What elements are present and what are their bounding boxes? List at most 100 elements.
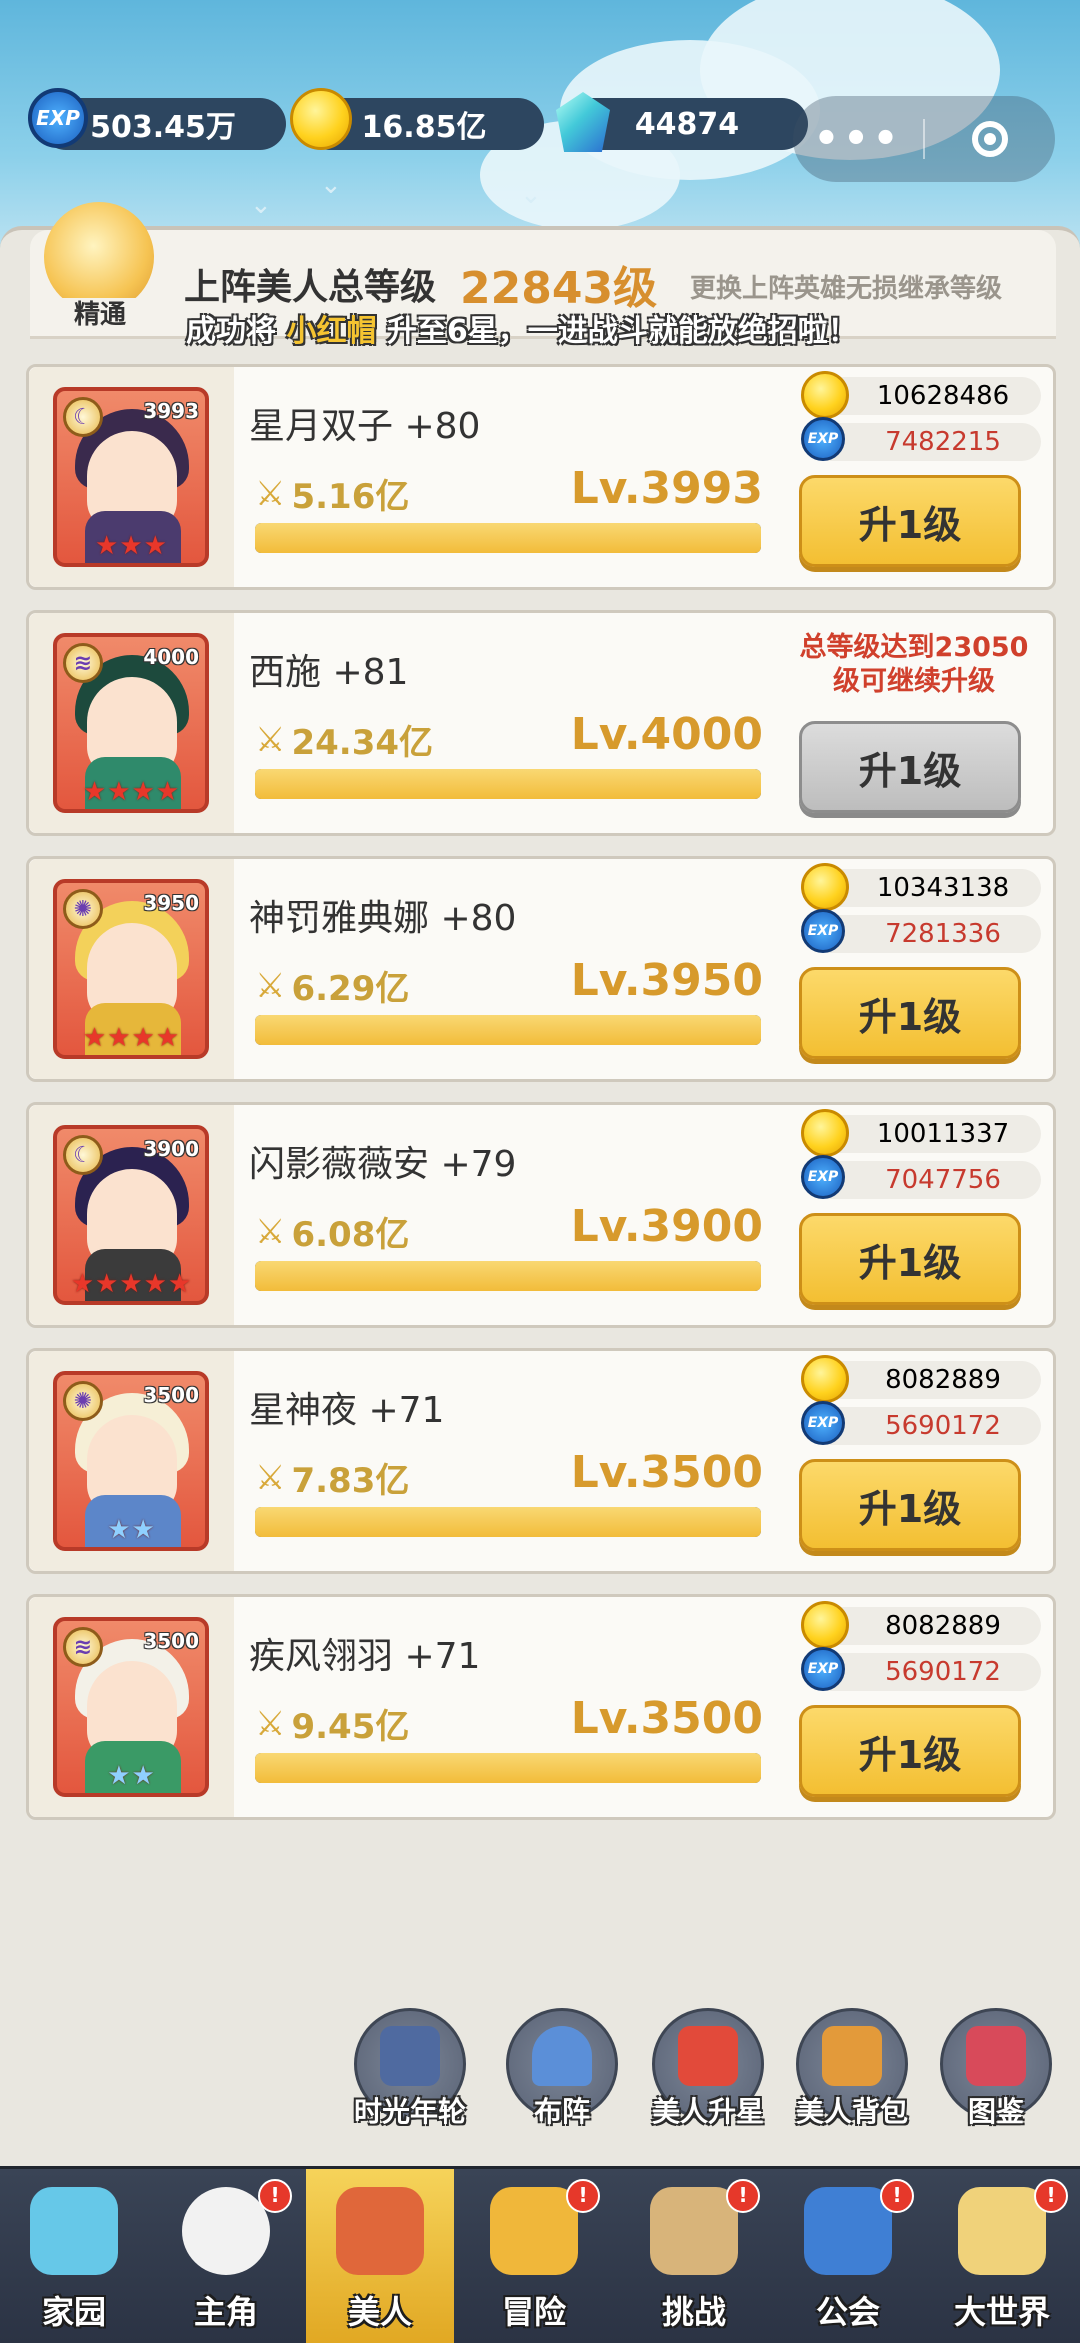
close-program-button[interactable] [925, 121, 1055, 157]
hero-portrait[interactable]: ≋ 3500 ★ ★ [53, 1617, 209, 1797]
exp-cost-value: 5690172 [885, 1657, 1001, 1687]
star-icon: ★ [155, 1023, 180, 1053]
exp-cost: EXP 7482215 [801, 417, 1041, 461]
star-icon: ★ [167, 1269, 192, 1299]
star-icon: ★ [82, 777, 107, 807]
nav-label: 主角 [193, 2293, 258, 2331]
bottom-nav: 家园 ! 主角 美人 ! 冒险 ! 挑战 ! 公会 ! 大世界 [0, 2166, 1080, 2343]
hero-level: Lv.3993 [570, 463, 763, 514]
exp-icon: EXP [28, 88, 94, 154]
portrait-level-tag: 3993 [143, 399, 199, 423]
nav-item[interactable]: ! 大世界 [928, 2169, 1076, 2343]
star-icon: ★ [131, 777, 155, 807]
exp-progress-bar [255, 523, 761, 553]
hero-portrait[interactable]: ☾ 3900 ★ ★ ★ ★ ★ [53, 1125, 209, 1305]
inherit-note: 更换上阵英雄无损继承等级 [690, 274, 1003, 304]
nav-item[interactable]: 美人 [306, 2169, 454, 2343]
hero-card[interactable]: ≋ 4000 ★ ★ ★ ★ 西施 +81 ⚔ 24.34亿 Lv.4000 总等级达… [26, 610, 1056, 836]
quick-action-button[interactable]: 布阵 [506, 2008, 618, 2128]
sword-shield-icon [490, 2187, 578, 2275]
exp-progress-bar [255, 1261, 761, 1291]
nav-item[interactable]: ! 公会 [774, 2169, 922, 2343]
hero-portrait[interactable]: ✺ 3950 ★ ★ ★ ★ [53, 879, 209, 1059]
star-rating: ★ ★ ★ ★ ★ [57, 1271, 205, 1297]
hero-card[interactable]: ✺ 3950 ★ ★ ★ ★ 神罚雅典娜 +80 ⚔ 6.29亿 Lv.3950 10… [26, 856, 1056, 1082]
book-icon [966, 2026, 1026, 2086]
hero-name: 星神夜 +71 [249, 1390, 445, 1431]
hero-card[interactable]: ≋ 3500 ★ ★ 疾风翎羽 +71 ⚔ 9.45亿 Lv.3500 80828… [26, 1594, 1056, 1820]
hero-name: 闪影薇薇安 +79 [249, 1144, 517, 1185]
level-up-button[interactable]: 升1级 [799, 1705, 1021, 1797]
star-icon: ★ [107, 1023, 131, 1053]
hero-card[interactable]: ☾ 3900 ★ ★ ★ ★ ★ 闪影薇薇安 +79 ⚔ 6.08亿 Lv.3900 1… [26, 1102, 1056, 1328]
hero-level: Lv.3500 [570, 1693, 763, 1744]
notification-badge: ! [880, 2179, 914, 2213]
hero-power: ⚔ 6.29亿 [255, 961, 409, 1010]
hero-portrait[interactable]: ✺ 3500 ★ ★ [53, 1371, 209, 1551]
star-rating: ★ ★ ★ [57, 533, 205, 559]
lock-icon [380, 2026, 440, 2086]
gold-cost: 8082889 [801, 1601, 1041, 1649]
gold-coin-icon [801, 863, 849, 911]
wind-faction-icon: ≋ [63, 1627, 103, 1667]
gold-cost-value: 10011337 [876, 1119, 1010, 1149]
nav-item[interactable]: 家园 [0, 2169, 148, 2343]
exp-icon: EXP [801, 1401, 845, 1445]
power-value: 24.34亿 [291, 723, 434, 763]
star-rating: ★ ★ ★ ★ [57, 1025, 205, 1051]
beauties-icon [336, 2187, 424, 2275]
star-icon: ★ [107, 1515, 131, 1545]
gold-coin-icon [801, 1601, 849, 1649]
star-icon: ★ [143, 531, 167, 561]
quick-action-label: 布阵 [533, 2095, 590, 2128]
star-icon: ★ [95, 1269, 119, 1299]
gold-cost-value: 8082889 [885, 1365, 1001, 1395]
exp-cost-value: 7047756 [885, 1165, 1001, 1195]
notification-badge: ! [1034, 2179, 1068, 2213]
power-swords-icon: ⚔ [255, 473, 286, 514]
level-up-button[interactable]: 升1级 [799, 721, 1021, 813]
level-up-button[interactable]: 升1级 [799, 1459, 1021, 1551]
quick-action-label: 图鉴 [967, 2095, 1024, 2128]
star-icon: ★ [107, 1761, 131, 1791]
gold-cost-value: 10628486 [876, 381, 1010, 411]
level-up-button[interactable]: 升1级 [799, 475, 1021, 567]
gold-cost: 10343138 [801, 863, 1041, 911]
gold-coin-icon [801, 1109, 849, 1157]
gold-cost: 8082889 [801, 1355, 1041, 1403]
mastery-button[interactable]: 精通 [36, 202, 164, 334]
nav-item[interactable]: ! 主角 [152, 2169, 300, 2343]
quick-action-button[interactable]: 时光年轮 [354, 2008, 466, 2128]
nav-item[interactable]: ! 挑战 [620, 2169, 768, 2343]
exp-icon: EXP [801, 909, 845, 953]
hero-power: ⚔ 6.08亿 [255, 1207, 409, 1256]
nav-item[interactable]: ! 冒险 [460, 2169, 608, 2343]
quick-action-button[interactable]: 美人升星 [652, 2008, 764, 2128]
hero-portrait[interactable]: ≋ 4000 ★ ★ ★ ★ [53, 633, 209, 813]
level-up-button[interactable]: 升1级 [799, 967, 1021, 1059]
notification-badge: ! [726, 2179, 760, 2213]
hero-card[interactable]: ✺ 3500 ★ ★ 星神夜 +71 ⚔ 7.83亿 Lv.3500 808288… [26, 1348, 1056, 1574]
exp-cost-value: 7281336 [885, 919, 1001, 949]
star-icon: ★ [82, 1023, 107, 1053]
star-icon: ★ [131, 1761, 155, 1791]
target-icon [972, 121, 1008, 157]
marquee-hero-name: 小红帽 [286, 314, 377, 349]
portrait-level-tag: 4000 [143, 645, 199, 669]
gold-amount: 16.85亿 [361, 110, 487, 145]
hero-power: ⚔ 5.16亿 [255, 469, 409, 518]
moon-faction-icon: ☾ [63, 1135, 103, 1175]
exp-progress-fill [255, 1015, 761, 1045]
quick-action-button[interactable]: 美人背包 [796, 2008, 908, 2128]
quick-action-button[interactable]: 图鉴 [940, 2008, 1052, 2128]
hero-power: ⚔ 24.34亿 [255, 715, 433, 764]
level-up-button[interactable]: 升1级 [799, 1213, 1021, 1305]
power-value: 6.08亿 [291, 1215, 410, 1255]
nav-label: 挑战 [661, 2293, 726, 2331]
nav-label: 家园 [41, 2293, 106, 2331]
exp-cost: EXP 5690172 [801, 1647, 1041, 1691]
mastery-label: 精通 [54, 298, 146, 332]
hero-card[interactable]: ☾ 3993 ★ ★ ★ 星月双子 +80 ⚔ 5.16亿 Lv.3993 1062… [26, 364, 1056, 590]
hero-portrait[interactable]: ☾ 3993 ★ ★ ★ [53, 387, 209, 567]
more-options-button[interactable]: ••• [793, 116, 923, 162]
